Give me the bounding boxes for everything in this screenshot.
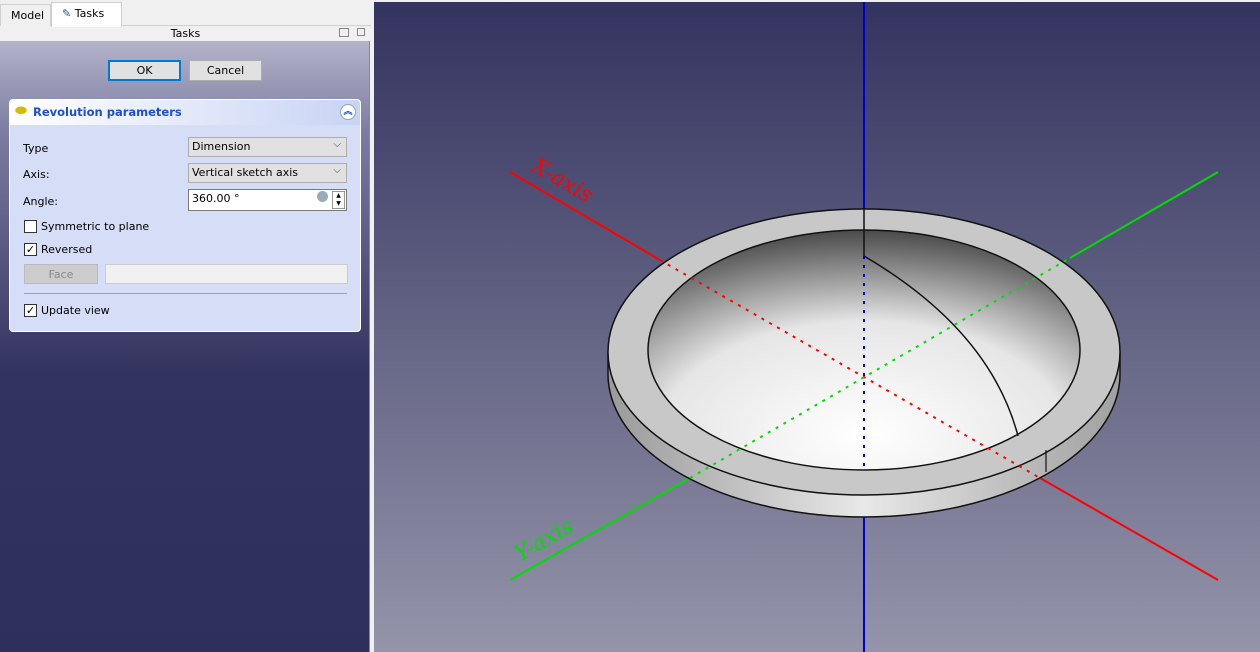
scene: X-axis Y-axis [509,2,1219,652]
face-field[interactable] [105,264,348,284]
divider [24,293,347,294]
axis-label: Axis: [23,168,50,181]
symmetric-checkbox[interactable] [24,220,37,233]
revolution-icon: ⬬ [15,103,27,119]
panel-title: Tasks [170,27,201,40]
tab-tasks[interactable]: ✎ Tasks [51,2,122,27]
axis-value: Vertical sketch axis [192,166,299,179]
y-axis-line [1069,171,1219,259]
angle-label: Angle: [23,195,59,208]
face-button[interactable]: Face [24,264,98,284]
revolution-parameters-panel: ⬬ Revolution parameters ︽ Type Dimension… [9,99,361,332]
update-view-label: Update view [41,304,110,317]
type-label: Type [23,142,49,155]
3d-viewport[interactable]: X-axis Y-axis [374,2,1260,652]
combo-view-panel: Model ✎ Tasks Tasks OK Cancel ⬬ Revoluti… [0,0,371,652]
angle-value: 360.00 ° [192,192,240,205]
panel-header-title: Revolution parameters [33,105,182,119]
type-value: Dimension [192,140,251,153]
symmetric-label: Symmetric to plane [41,220,150,233]
panel-header[interactable]: ⬬ Revolution parameters ︽ [10,100,360,125]
reversed-checkbox[interactable]: ✓ [24,243,37,256]
collapse-icon[interactable]: ︽ [340,104,356,120]
chevron-down-icon: ⌵ [333,165,341,176]
reversed-label: Reversed [41,243,93,256]
tab-model[interactable]: Model [0,4,51,26]
tab-bar: Model ✎ Tasks [0,2,371,27]
ok-button[interactable]: OK [108,60,181,81]
cancel-button[interactable]: Cancel [189,60,262,81]
expression-icon[interactable] [317,191,328,202]
update-view-checkbox[interactable]: ✓ [24,304,37,317]
type-select[interactable]: Dimension ⌵ [188,137,347,157]
chevron-down-icon: ⌵ [333,139,341,150]
x-axis-label: X-axis [525,153,597,209]
axis-select[interactable]: Vertical sketch axis ⌵ [188,163,347,183]
y-axis-line [509,477,691,581]
pencil-icon: ✎ [62,7,72,20]
x-axis-line [1039,477,1219,581]
spin-buttons[interactable]: ▲ ▼ [332,191,345,209]
tab-label: Tasks [74,7,105,20]
angle-input[interactable]: 360.00 ° ▲ ▼ [188,189,347,211]
float-icon[interactable] [357,28,365,36]
y-axis-label: Y-axis [511,514,578,567]
tab-label: Model [11,9,45,22]
dock-icon[interactable] [339,28,349,37]
